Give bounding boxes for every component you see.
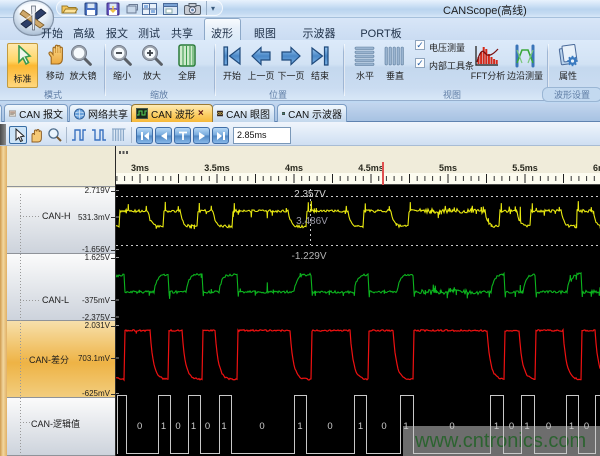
svg-text:-1.229V: -1.229V [291, 251, 326, 262]
svg-text:1: 1 [494, 421, 499, 432]
svg-text:0: 0 [509, 421, 514, 432]
svg-text:0: 0 [381, 421, 386, 432]
svg-text:0: 0 [449, 421, 454, 432]
svg-text:3.486V: 3.486V [296, 216, 328, 227]
svg-text:0: 0 [327, 421, 332, 432]
svg-text:0: 0 [259, 421, 264, 432]
svg-text:0: 0 [546, 421, 551, 432]
svg-text:0: 0 [584, 421, 589, 432]
svg-text:www.cntronics.com: www.cntronics.com [414, 430, 586, 452]
svg-text:0: 0 [205, 421, 210, 432]
svg-text:2.357V: 2.357V [294, 189, 326, 200]
svg-text:0: 0 [137, 421, 142, 432]
svg-text:0: 0 [175, 421, 180, 432]
svg-text:1: 1 [191, 421, 196, 432]
svg-text:1: 1 [161, 421, 166, 432]
svg-text:1: 1 [221, 421, 226, 432]
svg-text:1: 1 [403, 421, 408, 432]
svg-text:1: 1 [297, 421, 302, 432]
svg-text:1: 1 [524, 421, 529, 432]
svg-text:1: 1 [569, 421, 574, 432]
svg-text:1: 1 [358, 421, 363, 432]
